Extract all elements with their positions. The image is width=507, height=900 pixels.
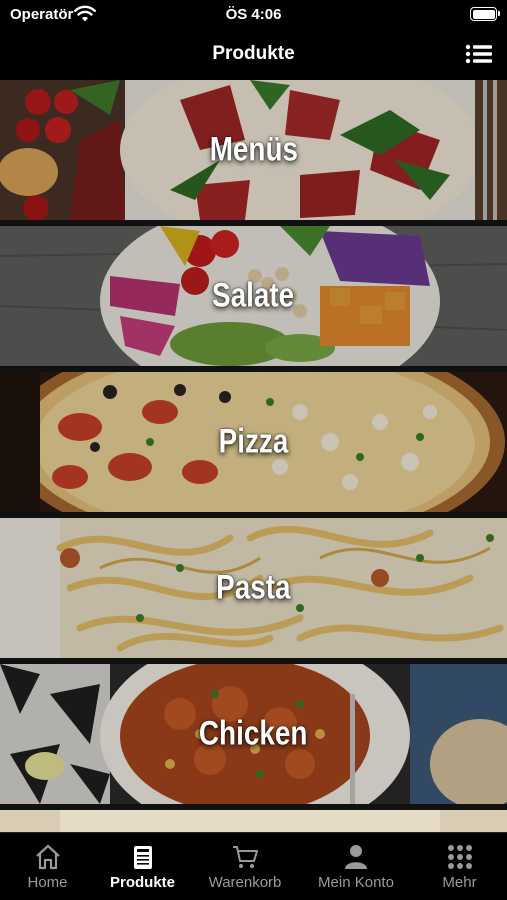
category-label: Pizza <box>218 422 289 461</box>
menu-card-icon <box>133 846 152 869</box>
status-bar: Operatör ÖS 4:06 <box>0 0 507 30</box>
category-label: Salate <box>212 276 295 315</box>
clock: ÖS 4:06 <box>225 6 282 23</box>
tab-home[interactable]: Home <box>0 833 95 900</box>
battery-icon <box>470 7 500 21</box>
tab-warenkorb[interactable]: Warenkorb <box>190 833 300 900</box>
category-label: Chicken <box>199 714 308 753</box>
category-tile-pizza[interactable]: Pizza <box>0 372 507 512</box>
category-list: Menüs Salate Pizza Pasta Chicken <box>0 80 507 832</box>
category-tile-pasta[interactable]: Pasta <box>0 518 507 658</box>
tab-label: Home <box>27 874 68 891</box>
tab-label: Mehr <box>442 874 477 891</box>
next-photo <box>0 810 507 832</box>
tab-label: Warenkorb <box>208 874 282 891</box>
category-tile-menus[interactable]: Menüs <box>0 80 507 220</box>
home-icon <box>35 844 60 870</box>
tab-label: Mein Konto <box>318 874 394 891</box>
category-label: Menüs <box>209 130 298 169</box>
category-tile-salate[interactable]: Salate <box>0 226 507 366</box>
page-title: Produkte <box>212 43 295 64</box>
tab-bar: Home Produkte Warenkorb Mein Konto Mehr <box>0 832 507 900</box>
category-tile-chicken[interactable]: Chicken <box>0 664 507 804</box>
navigation-bar: Produkte <box>0 30 507 80</box>
list-icon[interactable] <box>465 43 493 65</box>
tab-mein-konto[interactable]: Mein Konto <box>300 833 412 900</box>
category-tile-next[interactable] <box>0 810 507 832</box>
person-icon <box>345 845 367 869</box>
cart-icon <box>233 846 258 868</box>
tab-label: Produkte <box>109 874 175 891</box>
grid-icon <box>447 845 472 869</box>
tab-produkte[interactable]: Produkte <box>95 833 190 900</box>
category-label: Pasta <box>216 568 291 607</box>
tab-mehr[interactable]: Mehr <box>412 833 507 900</box>
